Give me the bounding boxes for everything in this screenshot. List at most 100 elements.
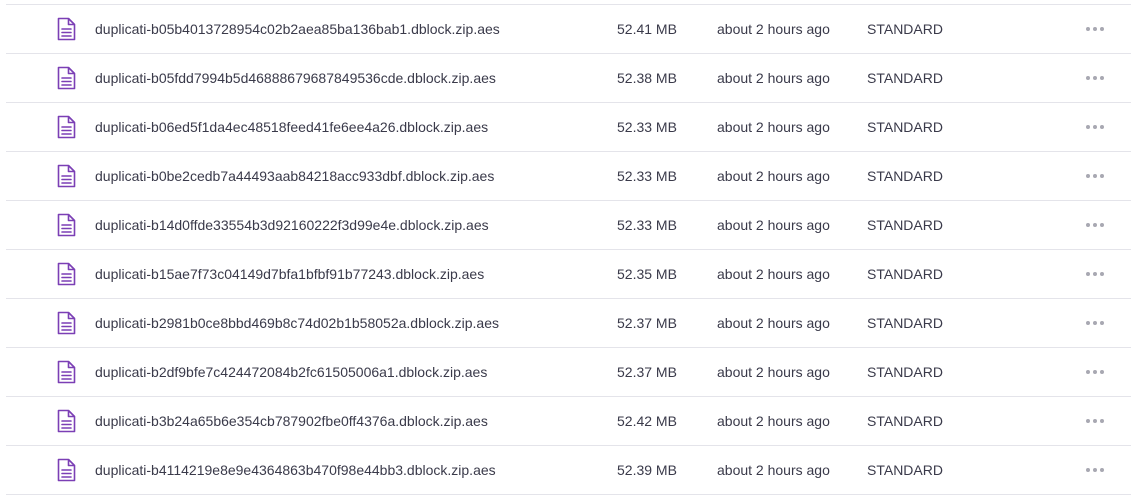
more-options-button[interactable] <box>1084 21 1106 37</box>
file-name[interactable]: duplicati-b0be2cedb7a44493aab84218acc933… <box>95 152 494 200</box>
file-size: 52.38 MB <box>617 70 677 86</box>
file-size: 52.33 MB <box>617 119 677 135</box>
more-horizontal-icon-dot <box>1100 321 1104 325</box>
more-options-button[interactable] <box>1084 364 1106 380</box>
more-horizontal-icon <box>1086 272 1090 276</box>
file-modified: about 2 hours ago <box>717 315 830 331</box>
more-horizontal-icon-dot <box>1100 76 1104 80</box>
more-horizontal-icon <box>1086 370 1090 374</box>
file-name[interactable]: duplicati-b2981b0ce8bbd469b8c74d02b1b580… <box>95 299 499 347</box>
file-name[interactable]: duplicati-b4114219e8e9e4364863b470f98e44… <box>95 446 496 494</box>
more-horizontal-icon-dot <box>1100 468 1104 472</box>
document-icon <box>56 66 76 90</box>
file-modified: about 2 hours ago <box>717 266 830 282</box>
more-horizontal-icon <box>1086 321 1090 325</box>
file-storage-class: STANDARD <box>867 364 943 380</box>
file-list: duplicati-b05b4013728954c02b2aea85ba136b… <box>6 4 1131 495</box>
file-modified: about 2 hours ago <box>717 217 830 233</box>
more-horizontal-icon <box>1086 27 1090 31</box>
file-storage-class: STANDARD <box>867 217 943 233</box>
file-name[interactable]: duplicati-b2df9bfe7c424472084b2fc6150500… <box>95 348 487 396</box>
more-horizontal-icon-dot <box>1100 223 1104 227</box>
more-horizontal-icon-dot <box>1093 419 1097 423</box>
more-horizontal-icon-dot <box>1093 27 1097 31</box>
file-storage-class: STANDARD <box>867 315 943 331</box>
file-modified: about 2 hours ago <box>717 70 830 86</box>
document-icon <box>56 311 76 335</box>
file-storage-class: STANDARD <box>867 70 943 86</box>
file-row[interactable]: duplicati-b15ae7f73c04149d7bfa1bfbf91b77… <box>6 250 1131 299</box>
more-horizontal-icon <box>1086 419 1090 423</box>
more-horizontal-icon <box>1086 468 1090 472</box>
file-name[interactable]: duplicati-b05b4013728954c02b2aea85ba136b… <box>95 5 500 53</box>
file-size: 52.41 MB <box>617 21 677 37</box>
file-row[interactable]: duplicati-b06ed5f1da4ec48518feed41fe6ee4… <box>6 103 1131 152</box>
document-icon <box>56 262 76 286</box>
file-size: 52.37 MB <box>617 315 677 331</box>
more-options-button[interactable] <box>1084 462 1106 478</box>
more-horizontal-icon <box>1086 125 1090 129</box>
file-modified: about 2 hours ago <box>717 21 830 37</box>
more-options-button[interactable] <box>1084 413 1106 429</box>
more-options-button[interactable] <box>1084 217 1106 233</box>
more-options-button[interactable] <box>1084 70 1106 86</box>
more-horizontal-icon-dot <box>1093 272 1097 276</box>
file-size: 52.39 MB <box>617 462 677 478</box>
more-options-button[interactable] <box>1084 168 1106 184</box>
more-horizontal-icon-dot <box>1100 370 1104 374</box>
file-name[interactable]: duplicati-b15ae7f73c04149d7bfa1bfbf91b77… <box>95 250 484 298</box>
more-horizontal-icon-dot <box>1093 223 1097 227</box>
file-name[interactable]: duplicati-b06ed5f1da4ec48518feed41fe6ee4… <box>95 103 488 151</box>
more-options-button[interactable] <box>1084 266 1106 282</box>
more-horizontal-icon-dot <box>1100 27 1104 31</box>
more-horizontal-icon-dot <box>1100 419 1104 423</box>
file-storage-class: STANDARD <box>867 413 943 429</box>
file-storage-class: STANDARD <box>867 462 943 478</box>
file-name[interactable]: duplicati-b3b24a65b6e354cb787902fbe0ff43… <box>95 397 488 445</box>
file-storage-class: STANDARD <box>867 266 943 282</box>
more-horizontal-icon-dot <box>1093 468 1097 472</box>
more-options-button[interactable] <box>1084 315 1106 331</box>
more-horizontal-icon <box>1086 174 1090 178</box>
file-storage-class: STANDARD <box>867 119 943 135</box>
document-icon <box>56 115 76 139</box>
file-modified: about 2 hours ago <box>717 413 830 429</box>
file-size: 52.35 MB <box>617 266 677 282</box>
more-horizontal-icon-dot <box>1093 125 1097 129</box>
file-row[interactable]: duplicati-b0be2cedb7a44493aab84218acc933… <box>6 152 1131 201</box>
file-row[interactable]: duplicati-b4114219e8e9e4364863b470f98e44… <box>6 446 1131 495</box>
file-row[interactable]: duplicati-b3b24a65b6e354cb787902fbe0ff43… <box>6 397 1131 446</box>
file-name[interactable]: duplicati-b05fdd7994b5d46888679687849536… <box>95 54 496 102</box>
file-modified: about 2 hours ago <box>717 119 830 135</box>
file-modified: about 2 hours ago <box>717 462 830 478</box>
file-modified: about 2 hours ago <box>717 364 830 380</box>
more-horizontal-icon-dot <box>1100 125 1104 129</box>
more-horizontal-icon-dot <box>1093 370 1097 374</box>
file-row[interactable]: duplicati-b2df9bfe7c424472084b2fc6150500… <box>6 348 1131 397</box>
document-icon <box>56 409 76 433</box>
file-name[interactable]: duplicati-b14d0ffde33554b3d92160222f3d99… <box>95 201 489 249</box>
more-horizontal-icon-dot <box>1100 174 1104 178</box>
document-icon <box>56 360 76 384</box>
file-row[interactable]: duplicati-b05fdd7994b5d46888679687849536… <box>6 54 1131 103</box>
more-horizontal-icon-dot <box>1100 272 1104 276</box>
document-icon <box>56 458 76 482</box>
file-row[interactable]: duplicati-b05b4013728954c02b2aea85ba136b… <box>6 5 1131 54</box>
file-size: 52.33 MB <box>617 217 677 233</box>
file-modified: about 2 hours ago <box>717 168 830 184</box>
more-options-button[interactable] <box>1084 119 1106 135</box>
file-storage-class: STANDARD <box>867 21 943 37</box>
file-size: 52.37 MB <box>617 364 677 380</box>
more-horizontal-icon-dot <box>1093 174 1097 178</box>
more-horizontal-icon-dot <box>1093 321 1097 325</box>
file-size: 52.33 MB <box>617 168 677 184</box>
file-row[interactable]: duplicati-b14d0ffde33554b3d92160222f3d99… <box>6 201 1131 250</box>
more-horizontal-icon <box>1086 223 1090 227</box>
file-storage-class: STANDARD <box>867 168 943 184</box>
more-horizontal-icon <box>1086 76 1090 80</box>
more-horizontal-icon-dot <box>1093 76 1097 80</box>
file-size: 52.42 MB <box>617 413 677 429</box>
document-icon <box>56 164 76 188</box>
document-icon <box>56 213 76 237</box>
file-row[interactable]: duplicati-b2981b0ce8bbd469b8c74d02b1b580… <box>6 299 1131 348</box>
